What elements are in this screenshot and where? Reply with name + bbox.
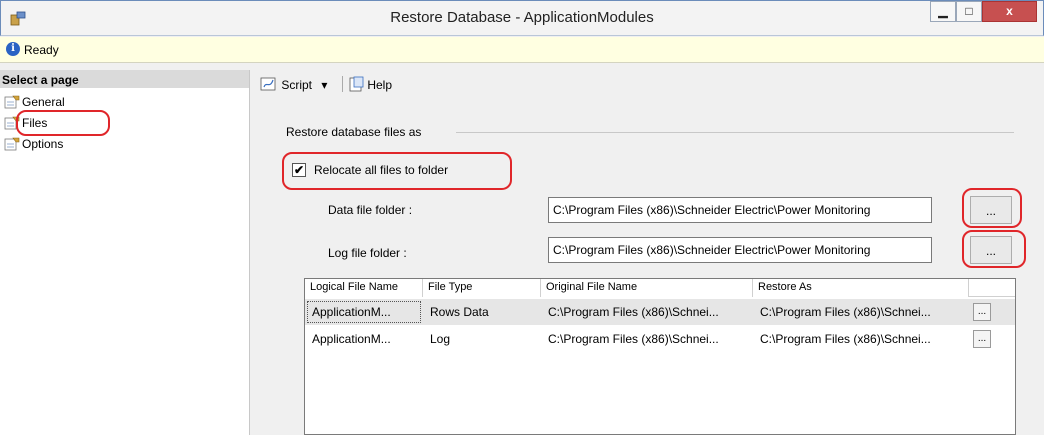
page-wrench-icon	[4, 137, 20, 151]
cell-original-file-name[interactable]: C:\Program Files (x86)\Schnei...	[541, 326, 753, 352]
restore-files-section-label: Restore database files as	[286, 125, 422, 139]
log-file-folder-label: Log file folder :	[328, 246, 407, 260]
page-wrench-icon	[4, 95, 20, 109]
cell-restore-as[interactable]: C:\Program Files (x86)\Schnei...	[753, 326, 969, 352]
help-icon	[348, 76, 364, 95]
cell-logical-file-name[interactable]: ApplicationM...	[305, 299, 423, 325]
cell-logical-file-name[interactable]: ApplicationM...	[305, 326, 423, 352]
page-item-label: Options	[22, 137, 64, 151]
relocate-highlight	[282, 152, 512, 190]
select-page-header: Select a page	[0, 70, 249, 88]
table-row[interactable]: ApplicationM... Log C:\Program Files (x8…	[305, 326, 1015, 352]
toolbar-separator	[342, 76, 343, 92]
maximize-button[interactable]: □	[956, 1, 982, 22]
select-page-pane: Select a page General Files Options	[0, 70, 250, 435]
status-bar: i Ready	[0, 37, 1044, 63]
table-row[interactable]: ApplicationM... Rows Data C:\Program Fil…	[305, 299, 1015, 325]
cell-file-type[interactable]: Rows Data	[423, 299, 541, 325]
section-divider	[456, 132, 1014, 133]
script-label: Script	[281, 78, 313, 92]
data-file-folder-input[interactable]: C:\Program Files (x86)\Schneider Electri…	[548, 197, 932, 223]
data-file-folder-label: Data file folder :	[328, 203, 413, 217]
files-highlight	[16, 110, 110, 136]
restore-as-browse-button[interactable]: ...	[973, 303, 991, 321]
window-title: Restore Database - ApplicationModules	[390, 9, 654, 26]
info-icon: i	[6, 42, 20, 56]
files-grid[interactable]: Logical File Name File Type Original Fil…	[304, 278, 1016, 435]
column-header-file-type[interactable]: File Type	[423, 279, 541, 297]
files-page: Script ▾ Help Restore database files as …	[256, 70, 1038, 435]
grid-header: Logical File Name File Type Original Fil…	[305, 279, 1015, 297]
restore-as-browse-button[interactable]: ...	[973, 330, 991, 348]
cell-original-file-name[interactable]: C:\Program Files (x86)\Schnei...	[541, 299, 753, 325]
minimize-button[interactable]: ▁	[930, 1, 956, 22]
page-item-label: General	[22, 95, 65, 109]
cell-restore-as[interactable]: C:\Program Files (x86)\Schnei...	[753, 299, 969, 325]
close-button[interactable]: x	[982, 1, 1037, 22]
chevron-down-icon[interactable]: ▾	[321, 78, 327, 92]
vertical-scrollbar[interactable]	[1034, 70, 1044, 435]
log-file-folder-input[interactable]: C:\Program Files (x86)\Schneider Electri…	[548, 237, 932, 263]
column-header-restore-as[interactable]: Restore As	[753, 279, 969, 297]
toolbar: Script ▾ Help	[256, 70, 1038, 100]
cell-file-type[interactable]: Log	[423, 326, 541, 352]
column-header-original-file-name[interactable]: Original File Name	[541, 279, 753, 297]
status-text: Ready	[24, 43, 59, 57]
title-bar: Restore Database - ApplicationModules ▁ …	[0, 0, 1044, 36]
data-browse-highlight	[962, 188, 1022, 228]
column-header-logical-file-name[interactable]: Logical File Name	[305, 279, 423, 297]
help-button[interactable]: Help	[348, 76, 392, 95]
script-button[interactable]: Script ▾	[260, 76, 327, 95]
script-icon	[260, 76, 278, 95]
help-label: Help	[367, 78, 393, 92]
log-browse-highlight	[962, 230, 1026, 268]
